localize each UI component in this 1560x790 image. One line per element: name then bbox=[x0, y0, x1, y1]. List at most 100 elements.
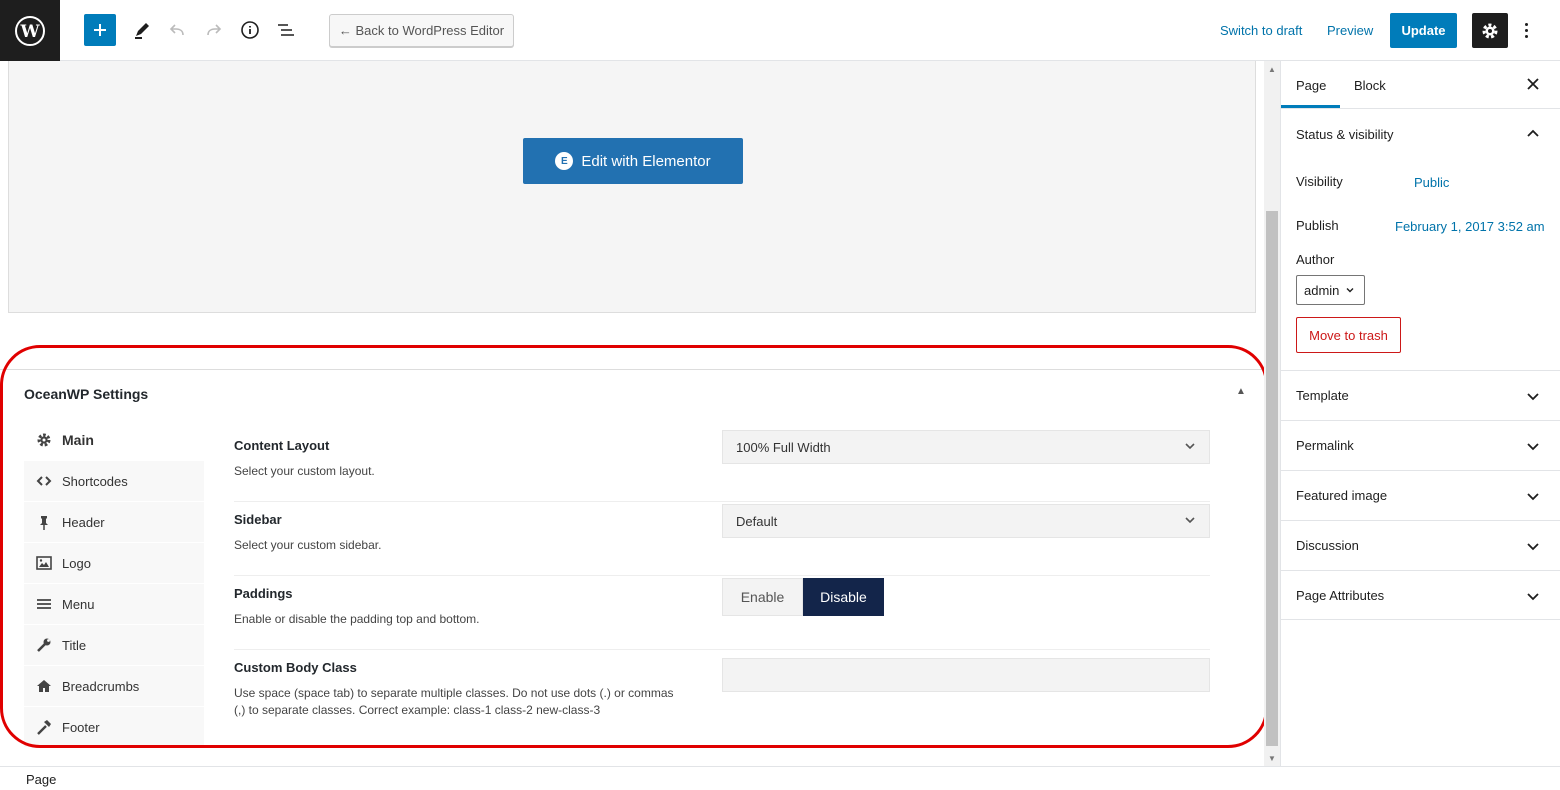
elementor-icon: E bbox=[555, 152, 574, 170]
visibility-value-link[interactable]: Public bbox=[1414, 175, 1449, 190]
oceanwp-settings-metabox: OceanWP Settings ▲ Main Shortcodes Heade… bbox=[0, 369, 1264, 766]
oceanwp-nav: Main Shortcodes Header Logo Menu Title B… bbox=[24, 420, 204, 748]
image-icon bbox=[36, 555, 52, 571]
sidebar-setting-label: Sidebar bbox=[234, 512, 282, 527]
tab-page[interactable]: Page bbox=[1296, 78, 1326, 93]
content-layout-select[interactable]: 100% Full Width bbox=[722, 430, 1210, 464]
sidebar-panel-permalink[interactable]: Permalink bbox=[1281, 420, 1560, 470]
dot-icon bbox=[1524, 28, 1528, 32]
chevron-down-icon bbox=[1527, 543, 1539, 551]
chevron-up-icon[interactable] bbox=[1526, 127, 1540, 141]
info-button[interactable] bbox=[236, 16, 264, 44]
panel-heading: Discussion bbox=[1296, 538, 1359, 553]
custom-body-class-label: Custom Body Class bbox=[234, 660, 357, 675]
oceanwp-settings-title: OceanWP Settings bbox=[24, 386, 149, 402]
undo-icon bbox=[169, 24, 184, 36]
nav-item-footer[interactable]: Footer bbox=[24, 707, 204, 748]
more-options-button[interactable] bbox=[1517, 16, 1535, 44]
wordpress-icon: W bbox=[15, 15, 45, 46]
publish-date-link[interactable]: February 1, 2017 3:52 am bbox=[1395, 219, 1545, 234]
scrollbar-thumb[interactable] bbox=[1266, 211, 1278, 746]
settings-button[interactable] bbox=[1472, 13, 1508, 48]
home-icon bbox=[36, 678, 52, 694]
gear-icon bbox=[1482, 23, 1498, 38]
menu-icon bbox=[36, 596, 52, 612]
pencil-icon bbox=[135, 23, 149, 39]
nav-item-main[interactable]: Main bbox=[24, 420, 204, 461]
redo-button[interactable] bbox=[199, 16, 227, 44]
paddings-disable-button[interactable]: Disable bbox=[803, 578, 884, 616]
visibility-label: Visibility bbox=[1296, 174, 1343, 189]
nav-item-label: Logo bbox=[62, 555, 91, 571]
chevron-down-icon bbox=[1527, 393, 1539, 401]
status-visibility-heading[interactable]: Status & visibility bbox=[1296, 127, 1394, 142]
plus-icon bbox=[94, 24, 106, 36]
editor-canvas: E Edit with Elementor OceanWP Settings ▲… bbox=[0, 61, 1264, 766]
chevron-down-icon bbox=[1527, 593, 1539, 601]
add-block-button[interactable] bbox=[84, 14, 116, 46]
move-to-trash-button[interactable]: Move to trash bbox=[1296, 317, 1401, 353]
hammer-icon bbox=[36, 719, 52, 735]
sidebar-panel-page-attributes[interactable]: Page Attributes bbox=[1281, 570, 1560, 620]
nav-item-menu[interactable]: Menu bbox=[24, 584, 204, 625]
nav-item-breadcrumbs[interactable]: Breadcrumbs bbox=[24, 666, 204, 707]
nav-item-header[interactable]: Header bbox=[24, 502, 204, 543]
custom-body-class-row: Custom Body Class Use space (space tab) … bbox=[234, 650, 1210, 750]
sidebar-setting-row: Sidebar Select your custom sidebar. Defa… bbox=[234, 502, 1210, 576]
nav-item-shortcodes[interactable]: Shortcodes bbox=[24, 461, 204, 502]
wordpress-logo-button[interactable]: W bbox=[0, 0, 60, 61]
paddings-enable-button[interactable]: Enable bbox=[722, 578, 803, 616]
editor-header: W ← Back to WordPress Editor Switch to d… bbox=[0, 0, 1560, 61]
nav-item-label: Main bbox=[62, 432, 94, 448]
paddings-description: Enable or disable the padding top and bo… bbox=[234, 612, 480, 626]
switch-to-draft-link[interactable]: Switch to draft bbox=[1220, 23, 1302, 38]
author-select[interactable]: admin bbox=[1296, 275, 1365, 305]
breadcrumb-page[interactable]: Page bbox=[26, 772, 56, 787]
svg-text:W: W bbox=[19, 22, 40, 42]
edit-with-elementor-button[interactable]: E Edit with Elementor bbox=[523, 138, 743, 184]
author-value: admin bbox=[1304, 282, 1340, 298]
content-layout-row: Content Layout Select your custom layout… bbox=[234, 428, 1210, 502]
undo-button[interactable] bbox=[164, 16, 192, 44]
nav-item-label: Footer bbox=[62, 719, 100, 735]
chevron-down-icon bbox=[1527, 493, 1539, 501]
update-button[interactable]: Update bbox=[1390, 13, 1457, 48]
paddings-label: Paddings bbox=[234, 586, 293, 601]
author-label: Author bbox=[1296, 252, 1335, 267]
active-tab-indicator bbox=[1281, 105, 1340, 108]
dot-icon bbox=[1524, 22, 1528, 26]
paddings-toggle: Enable Disable bbox=[722, 578, 884, 616]
sidebar-panel-featured-image[interactable]: Featured image bbox=[1281, 470, 1560, 520]
code-icon bbox=[36, 473, 52, 489]
wrench-icon bbox=[36, 637, 52, 653]
outline-button[interactable] bbox=[272, 16, 300, 44]
nav-item-title[interactable]: Title bbox=[24, 625, 204, 666]
sidebar-panel-template[interactable]: Template bbox=[1281, 370, 1560, 420]
dot-icon bbox=[1524, 34, 1528, 38]
info-icon bbox=[241, 21, 259, 39]
nav-item-label: Title bbox=[62, 637, 87, 653]
sidebar-select[interactable]: Default bbox=[722, 504, 1210, 538]
tab-block[interactable]: Block bbox=[1354, 78, 1386, 93]
redo-icon bbox=[207, 24, 222, 36]
sidebar-panel-discussion[interactable]: Discussion bbox=[1281, 520, 1560, 570]
sidebar-select-value: Default bbox=[736, 513, 778, 529]
back-to-editor-button[interactable]: ← Back to WordPress Editor bbox=[329, 14, 514, 47]
nav-item-label: Header bbox=[62, 514, 105, 530]
elementor-placeholder: E Edit with Elementor bbox=[8, 61, 1256, 313]
edit-tool-button[interactable] bbox=[128, 16, 156, 44]
preview-link[interactable]: Preview bbox=[1327, 23, 1373, 38]
custom-body-class-description: Use space (space tab) to separate multip… bbox=[234, 686, 674, 717]
custom-body-class-input[interactable] bbox=[722, 658, 1210, 692]
nav-item-label: Menu bbox=[62, 596, 95, 612]
content-layout-label: Content Layout bbox=[234, 438, 330, 453]
scroll-up-arrow-icon[interactable]: ▲ bbox=[1264, 61, 1280, 77]
editor-scrollbar[interactable]: ▲ ▼ bbox=[1264, 61, 1280, 766]
close-sidebar-button[interactable] bbox=[1526, 75, 1540, 93]
collapse-triangle-icon[interactable]: ▲ bbox=[1236, 386, 1246, 397]
scroll-down-arrow-icon[interactable]: ▼ bbox=[1264, 750, 1280, 766]
paddings-row: Paddings Enable or disable the padding t… bbox=[234, 576, 1210, 650]
content-layout-description: Select your custom layout. bbox=[234, 464, 375, 478]
nav-item-logo[interactable]: Logo bbox=[24, 543, 204, 584]
chevron-down-icon bbox=[1346, 288, 1354, 293]
